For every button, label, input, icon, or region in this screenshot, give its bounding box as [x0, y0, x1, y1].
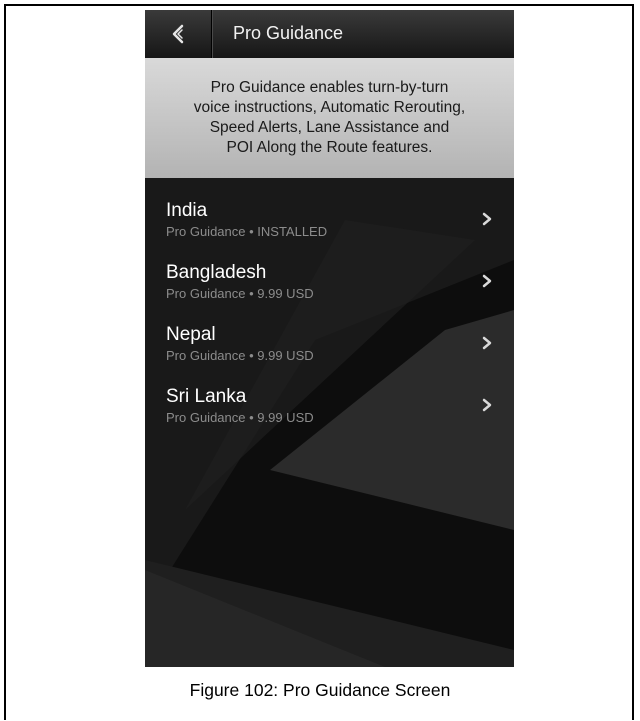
list-item-bangladesh[interactable]: Bangladesh Pro Guidance • 9.99 USD — [145, 252, 514, 310]
phone-screen: Pro Guidance Pro Guidance enables turn-b… — [145, 10, 514, 667]
country-name: Nepal — [166, 324, 216, 345]
banner-text: Pro Guidance enables turn-by-turn voice … — [193, 79, 466, 156]
figure-caption: Figure 102: Pro Guidance Screen — [189, 680, 451, 700]
country-name: India — [166, 200, 208, 221]
chevron-right-icon — [482, 398, 492, 412]
chevron-right-icon — [482, 274, 492, 288]
country-status: Pro Guidance • INSTALLED — [166, 224, 328, 239]
chevron-right-icon — [482, 212, 492, 226]
back-arrow-icon — [172, 24, 184, 44]
list-item-nepal[interactable]: Nepal Pro Guidance • 9.99 USD — [145, 314, 514, 372]
country-price: Pro Guidance • 9.99 USD — [166, 348, 314, 363]
page-title: Pro Guidance — [233, 23, 344, 43]
list-item-india[interactable]: India Pro Guidance • INSTALLED — [145, 190, 514, 248]
country-price: Pro Guidance • 9.99 USD — [166, 286, 314, 301]
title-bar: Pro Guidance — [145, 10, 514, 59]
back-button[interactable] — [145, 10, 212, 58]
chevron-right-icon — [482, 336, 492, 350]
country-price: Pro Guidance • 9.99 USD — [166, 410, 314, 425]
list-item-sri-lanka[interactable]: Sri Lanka Pro Guidance • 9.99 USD — [145, 376, 514, 434]
country-name: Bangladesh — [166, 262, 267, 283]
info-banner: Pro Guidance enables turn-by-turn voice … — [145, 58, 514, 178]
country-name: Sri Lanka — [166, 386, 247, 407]
